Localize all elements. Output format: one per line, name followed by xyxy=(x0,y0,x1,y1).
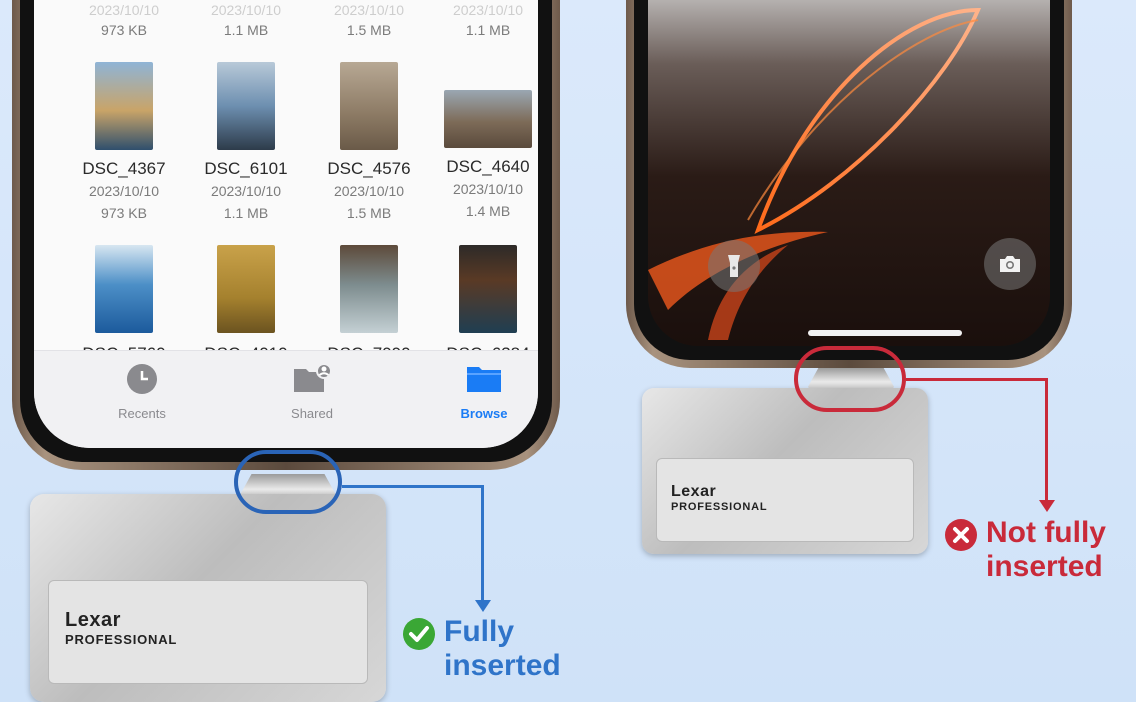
browse-folder-icon xyxy=(467,367,501,392)
left-phone: 2023/10/10 973 KB 2023/10/10 1.1 MB 2023… xyxy=(12,0,560,470)
status-line-1: Not fully xyxy=(986,516,1106,549)
ghost-file-row: 2023/10/10 973 KB 2023/10/10 1.1 MB 2023… xyxy=(34,0,538,60)
ghost-date: 2023/10/10 xyxy=(88,2,160,18)
file-item[interactable]: DSC_4367 2023/10/10 973 KB xyxy=(64,62,184,224)
shared-folder-icon xyxy=(294,363,332,392)
file-size: 973 KB xyxy=(101,205,147,221)
lexar-drive-right: Lexar PROFESSIONAL xyxy=(642,388,928,554)
connector-highlight-ok xyxy=(234,450,342,514)
file-item[interactable] xyxy=(309,245,429,333)
brand-block: Lexar PROFESSIONAL xyxy=(671,483,767,513)
file-thumbnail xyxy=(444,90,532,148)
arrow-line xyxy=(906,378,1048,381)
file-size: 1.5 MB xyxy=(346,205,392,221)
files-app-screen: 2023/10/10 973 KB 2023/10/10 1.1 MB 2023… xyxy=(34,0,538,448)
file-date: 2023/10/10 xyxy=(210,183,282,199)
ghost-size: 1.1 MB xyxy=(465,22,511,38)
ghost-size: 1.5 MB xyxy=(346,22,392,38)
file-item[interactable] xyxy=(428,245,538,333)
cross-icon xyxy=(945,519,977,551)
tab-browse[interactable]: Browse xyxy=(424,363,538,421)
file-item[interactable]: DSC_4576 2023/10/10 1.5 MB xyxy=(309,62,429,224)
tab-shared[interactable]: Shared xyxy=(252,363,372,421)
arrow-head xyxy=(1039,500,1055,512)
ghost-date: 2023/10/10 xyxy=(210,2,282,18)
tab-bar: Recents Shared Browse xyxy=(34,350,538,448)
arrow-line xyxy=(1045,378,1048,502)
drive-label: Lexar PROFESSIONAL xyxy=(656,458,914,542)
flashlight-icon xyxy=(728,255,740,277)
brand-sub: PROFESSIONAL xyxy=(671,501,768,513)
flashlight-button[interactable] xyxy=(708,240,760,292)
file-item[interactable] xyxy=(186,245,306,333)
ghost-size: 1.1 MB xyxy=(223,22,269,38)
status-line-2: inserted xyxy=(444,649,561,682)
file-item[interactable]: DSC_6101 2023/10/10 1.1 MB xyxy=(186,62,306,224)
camera-icon xyxy=(1000,256,1020,272)
lexar-drive-left: Lexar PROFESSIONAL xyxy=(30,494,386,702)
arrow-line xyxy=(481,485,484,601)
file-thumbnail xyxy=(459,245,517,333)
ghost-date: 2023/10/10 xyxy=(333,2,405,18)
file-item[interactable] xyxy=(64,245,184,333)
drive-label: Lexar PROFESSIONAL xyxy=(48,580,368,684)
file-name: DSC_4640 xyxy=(446,157,530,176)
file-thumbnail xyxy=(217,62,275,150)
file-name: DSC_4576 xyxy=(327,159,411,178)
status-line-1: Fully xyxy=(444,615,515,648)
status-line-2: inserted xyxy=(986,550,1103,583)
home-indicator[interactable] xyxy=(808,330,962,336)
ghost-file-1: 2023/10/10 973 KB xyxy=(74,0,174,40)
tab-label: Recents xyxy=(118,406,166,421)
file-item[interactable]: DSC_4640 2023/10/10 1.4 MB xyxy=(428,62,538,222)
file-thumbnail xyxy=(340,62,398,150)
arrow-head xyxy=(475,600,491,612)
brand-block: Lexar PROFESSIONAL xyxy=(65,609,177,647)
file-date: 2023/10/10 xyxy=(88,183,160,199)
file-name: DSC_6101 xyxy=(204,159,288,178)
ghost-file-2: 2023/10/10 1.1 MB xyxy=(196,0,296,40)
ghost-file-3: 2023/10/10 1.5 MB xyxy=(319,0,419,40)
lock-screen xyxy=(648,0,1050,346)
tab-label: Shared xyxy=(291,406,333,421)
left-phone-bezel: 2023/10/10 973 KB 2023/10/10 1.1 MB 2023… xyxy=(20,0,552,462)
right-phone-bezel xyxy=(634,0,1064,360)
ghost-file-4: 2023/10/10 1.1 MB xyxy=(438,0,538,40)
clock-icon xyxy=(127,364,157,394)
brand-name: Lexar xyxy=(65,609,121,631)
file-thumbnail xyxy=(217,245,275,333)
right-phone xyxy=(626,0,1072,368)
checkmark-icon xyxy=(403,618,435,650)
tab-recents[interactable]: Recents xyxy=(82,363,202,421)
file-thumbnail xyxy=(95,62,153,150)
file-size: 1.4 MB xyxy=(465,203,511,219)
camera-button[interactable] xyxy=(984,238,1036,290)
file-date: 2023/10/10 xyxy=(333,183,405,199)
ghost-date: 2023/10/10 xyxy=(452,2,524,18)
brand-sub: PROFESSIONAL xyxy=(65,632,178,647)
file-size: 1.1 MB xyxy=(223,205,269,221)
arrow-line xyxy=(342,485,484,488)
ghost-size: 973 KB xyxy=(101,22,147,38)
file-name: DSC_4367 xyxy=(82,159,166,178)
connector-highlight-bad xyxy=(794,346,906,412)
tab-label: Browse xyxy=(460,406,508,421)
file-thumbnail xyxy=(340,245,398,333)
file-date: 2023/10/10 xyxy=(452,181,524,197)
wallpaper-swirl xyxy=(648,7,982,340)
brand-name: Lexar xyxy=(671,483,717,500)
file-thumbnail xyxy=(95,245,153,333)
